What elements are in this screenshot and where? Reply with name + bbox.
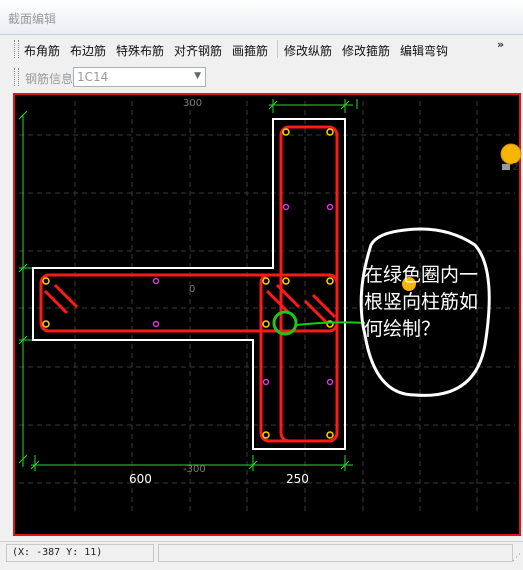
axis-label-middle: 0 bbox=[189, 284, 195, 295]
dimension-label-left: 600 bbox=[129, 472, 152, 486]
draw-stirrup-button[interactable]: 画箍筋 bbox=[232, 42, 268, 59]
floating-tip-button[interactable]: 2 bbox=[497, 142, 523, 178]
rebar-info-label: 钢筋信息 bbox=[25, 72, 74, 86]
toolbar-separator bbox=[277, 40, 278, 58]
edit-longitudinal-rebar-button[interactable]: 修改纵筋 bbox=[284, 42, 332, 59]
dimension-lines bbox=[18, 99, 358, 471]
axis-label-top: 300 bbox=[183, 98, 202, 109]
edit-stirrup-button[interactable]: 修改箍筋 bbox=[342, 42, 390, 59]
status-cell-info bbox=[158, 544, 513, 562]
dimension-label-right: 250 bbox=[286, 472, 309, 486]
title-bar: 截面编辑 bbox=[0, 0, 523, 35]
toolbar-overflow-button[interactable]: » bbox=[497, 38, 504, 51]
edit-hook-button[interactable]: 编辑弯钩 bbox=[400, 42, 448, 59]
status-bar: (X: -387 Y: 11) ⋰ bbox=[0, 541, 523, 565]
axis-label-bottom: -300 bbox=[183, 464, 206, 475]
place-edge-rebar-button[interactable]: 布边筋 bbox=[70, 42, 106, 59]
annotation-text: 在绿色圈内一根竖向柱筋如何绘制？ bbox=[364, 264, 479, 340]
rebar-info-value: 1C14 bbox=[77, 70, 109, 84]
lightbulb-icon bbox=[500, 143, 522, 170]
window-title: 截面编辑 bbox=[8, 12, 57, 26]
edge-rebars bbox=[152, 203, 334, 386]
toolbar-grip[interactable] bbox=[14, 40, 19, 58]
cursor-coordinates: (X: -387 Y: 11) bbox=[12, 547, 103, 558]
rebar-info-select[interactable]: 1C14 ▼ bbox=[73, 67, 206, 87]
special-rebar-button[interactable]: 特殊布筋 bbox=[116, 42, 164, 59]
chevron-down-icon[interactable]: ▼ bbox=[194, 71, 201, 81]
align-rebar-button[interactable]: 对齐钢筋 bbox=[174, 42, 222, 59]
badge-count: 2 bbox=[512, 162, 519, 173]
corner-rebars bbox=[42, 128, 334, 439]
toolbar-grip[interactable] bbox=[14, 68, 19, 86]
resize-grip-icon[interactable]: ⋰ bbox=[512, 553, 521, 563]
highlight-pointer bbox=[295, 321, 366, 326]
place-corner-rebar-button[interactable]: 布角筋 bbox=[24, 42, 60, 59]
